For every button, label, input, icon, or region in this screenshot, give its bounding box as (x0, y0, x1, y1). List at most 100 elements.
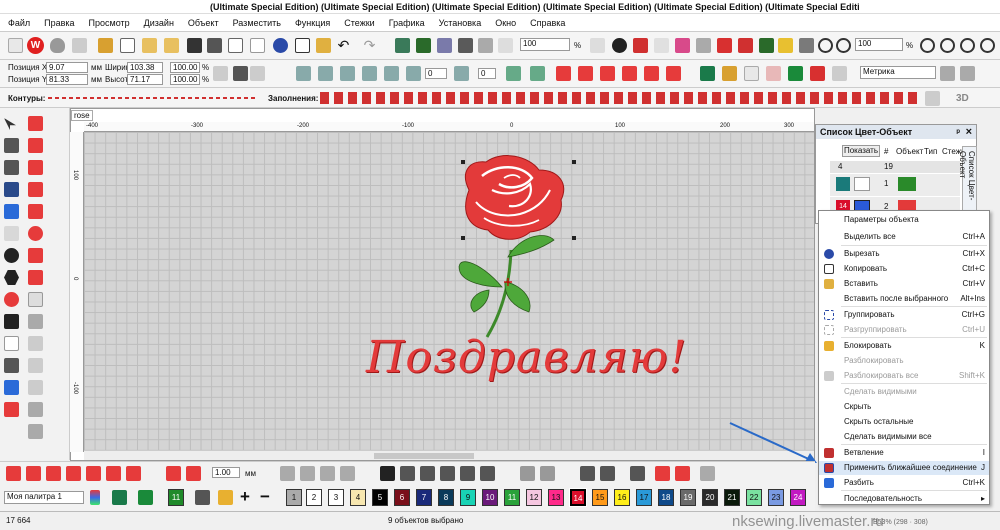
wilcom-logo-icon[interactable]: W (27, 37, 44, 54)
backstitch-icon[interactable] (420, 466, 435, 481)
shape4-icon[interactable] (66, 466, 81, 481)
menu-item-lock[interactable]: Блокировать K (819, 339, 989, 353)
palette-swatch[interactable]: 5 (372, 489, 388, 506)
zoom-icon[interactable] (818, 38, 833, 53)
palette-swatch[interactable]: 14 (569, 488, 587, 507)
chain-icon[interactable] (480, 466, 495, 481)
preview-icon[interactable] (498, 38, 513, 53)
filter-icon[interactable] (580, 466, 595, 481)
palette-swatch[interactable]: 22 (746, 489, 762, 506)
run-stitch-icon[interactable] (28, 138, 43, 153)
slider-icon[interactable] (600, 466, 615, 481)
skew-icon[interactable] (384, 66, 399, 81)
shape2-icon[interactable] (26, 466, 41, 481)
shape3-icon[interactable] (46, 466, 61, 481)
menu-function[interactable]: Функция (295, 18, 330, 28)
size-input[interactable]: 1.00 (212, 467, 240, 478)
puzzle-icon[interactable] (744, 66, 759, 81)
measure-line-icon[interactable] (28, 336, 43, 351)
menu-item-show-all[interactable]: Сделать видимыми все (819, 430, 989, 444)
zoom-selected-icon[interactable] (940, 38, 955, 53)
palette-swatch[interactable]: 21 (724, 489, 740, 506)
pin-panel-icon[interactable]: ᵖ (956, 127, 960, 137)
stitch-player-icon[interactable] (395, 38, 410, 53)
palette-icon[interactable] (90, 490, 100, 505)
pos-y-input[interactable]: 81.33 (46, 74, 88, 85)
shape5-icon[interactable] (86, 466, 101, 481)
artwork-icon[interactable] (675, 38, 690, 53)
grid-icon[interactable] (832, 66, 847, 81)
contour-icon[interactable] (644, 66, 659, 81)
menu-item-paste-after[interactable]: Вставить после выбранного Alt+Ins (819, 292, 989, 306)
wand-icon[interactable] (28, 358, 43, 373)
rose-design[interactable] (84, 132, 814, 450)
run-tool-icon[interactable] (380, 466, 395, 481)
appliqué-circle-icon[interactable] (4, 292, 19, 307)
zoom-dropdown-icon[interactable] (590, 38, 605, 53)
palette-swatch[interactable]: 8 (438, 489, 454, 506)
contour-types-strip[interactable] (48, 97, 258, 99)
properties-icon[interactable] (250, 38, 265, 53)
color-wheel-icon[interactable] (112, 490, 127, 505)
palette-swatch[interactable]: 19 (680, 489, 696, 506)
add-color-icon[interactable]: + (240, 487, 250, 507)
person-icon[interactable] (717, 38, 732, 53)
zoom-left-input[interactable]: 100 (520, 38, 570, 51)
palette-swatch[interactable]: 3 (328, 489, 344, 506)
thread-icon[interactable] (98, 38, 113, 53)
menu-item-sequence[interactable]: Последовательность ▸ (819, 492, 989, 506)
fill-shape-icon[interactable] (28, 204, 43, 219)
zigzag1-icon[interactable] (655, 466, 670, 481)
zoom-fit-icon[interactable] (920, 38, 935, 53)
blend-icon[interactable] (4, 380, 19, 395)
hand-icon[interactable] (72, 38, 87, 53)
stamp-icon[interactable] (799, 38, 814, 53)
menu-window[interactable]: Окно (495, 18, 516, 28)
menu-help[interactable]: Справка (530, 18, 565, 28)
sizing-icon[interactable] (960, 66, 975, 81)
chart-icon[interactable] (630, 466, 645, 481)
undo-icon[interactable]: ↶ (336, 38, 351, 53)
picture-icon[interactable] (700, 66, 715, 81)
color-object-side-tab[interactable]: Список Цвет-Объект (958, 146, 977, 216)
heart-icon[interactable] (28, 292, 43, 307)
rotate-icon[interactable] (406, 66, 421, 81)
units-select[interactable]: Метрика (860, 66, 936, 79)
list-row[interactable]: 4 19 (830, 161, 960, 173)
menu-item-paste[interactable]: Вставить Ctrl+V (819, 277, 989, 291)
greeting-lettering[interactable]: Поздравляю! (366, 332, 687, 383)
palette-swatch[interactable]: 10 (482, 489, 498, 506)
cross-icon[interactable] (666, 66, 681, 81)
show-button[interactable]: Показать (842, 145, 880, 157)
copy-icon[interactable] (295, 38, 310, 53)
team-names-icon[interactable] (4, 226, 19, 241)
cut-icon[interactable] (273, 38, 288, 53)
palette-swatch[interactable]: 15 (592, 489, 608, 506)
cap-icon[interactable] (810, 66, 825, 81)
height-percent-input[interactable]: 100.00 (170, 74, 200, 85)
needle-icon[interactable] (4, 358, 19, 373)
trim-icon[interactable] (28, 380, 43, 395)
circle-icon[interactable] (28, 226, 43, 241)
remove-color-icon[interactable]: − (260, 487, 270, 507)
menu-item-hide-others[interactable]: Скрыть остальные (819, 415, 989, 429)
redo-icon[interactable]: ↷ (362, 38, 377, 53)
hexagon-icon[interactable] (4, 270, 19, 285)
menu-design[interactable]: Дизайн (144, 18, 174, 28)
color-film-icon[interactable] (654, 38, 669, 53)
machine-icon[interactable] (416, 38, 431, 53)
stop-icon[interactable] (4, 402, 19, 417)
node-icon[interactable] (4, 138, 19, 153)
rubber-icon[interactable] (778, 38, 793, 53)
zoom-all-icon[interactable] (980, 38, 995, 53)
knife-icon[interactable] (4, 160, 19, 175)
stemstitch-icon[interactable] (440, 466, 455, 481)
shape7-icon[interactable] (126, 466, 141, 481)
save-icon[interactable] (187, 38, 202, 53)
hexagon2-icon[interactable] (4, 314, 19, 329)
zigzag3-icon[interactable] (700, 466, 715, 481)
menu-view[interactable]: Просмотр (89, 18, 130, 28)
monogram-icon[interactable] (4, 204, 19, 219)
compass-icon[interactable] (28, 314, 43, 329)
apply-icon[interactable] (250, 66, 265, 81)
